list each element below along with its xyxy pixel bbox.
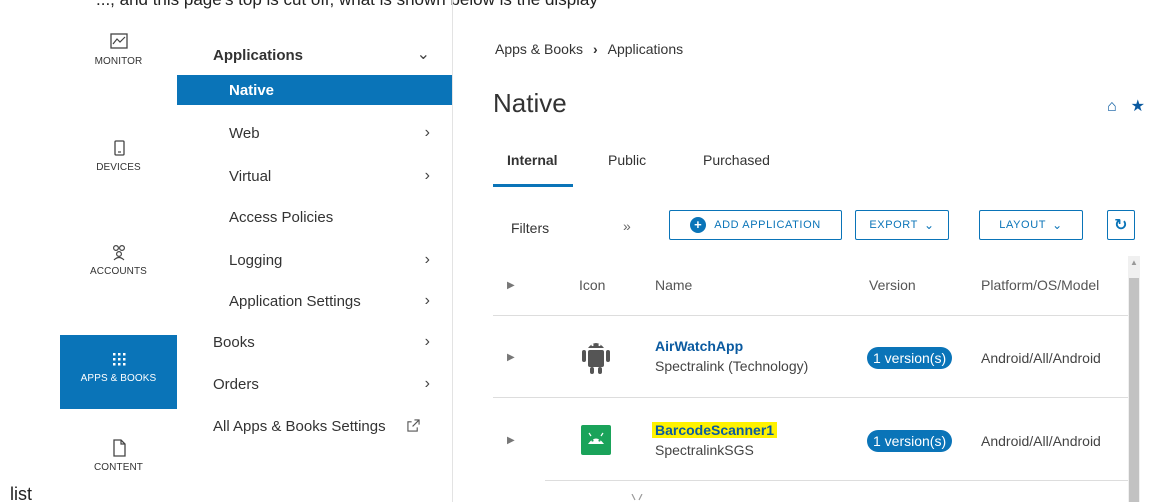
menu-books[interactable]: Books › xyxy=(177,325,452,359)
breadcrumb: Apps & Books › Applications xyxy=(495,41,683,57)
menu-logging[interactable]: Logging › xyxy=(177,243,452,277)
rail-accounts[interactable]: ACCOUNTS xyxy=(60,242,177,302)
rail-devices-label: DEVICES xyxy=(96,162,141,173)
app-name-link[interactable]: BarcodeScanner1 xyxy=(652,422,778,438)
column-name[interactable]: Name xyxy=(655,277,692,293)
expand-row-caret-icon[interactable]: ▶ xyxy=(507,435,515,446)
tab-purchased[interactable]: Purchased xyxy=(703,152,770,168)
breadcrumb-root[interactable]: Apps & Books xyxy=(495,41,583,57)
menu-application-settings-label: Application Settings xyxy=(229,292,361,310)
layout-button[interactable]: LAYOUT ⌄ xyxy=(979,210,1083,240)
rail-apps-books-label: APPS & BOOKS xyxy=(80,373,157,384)
version-badge[interactable]: 1 version(s) xyxy=(867,347,953,369)
menu-books-label: Books xyxy=(213,333,255,351)
grid-scrollbar[interactable]: ▲ xyxy=(1128,256,1140,502)
rail-apps-books[interactable]: APPS & BOOKS xyxy=(60,335,177,409)
grid-header: ▶ Icon Name Version Platform/OS/Model xyxy=(493,256,1129,316)
chevron-right-icon: › xyxy=(424,167,430,184)
device-icon xyxy=(113,140,125,156)
menu-logging-label: Logging xyxy=(229,251,283,269)
menu-access-policies[interactable]: Access Policies xyxy=(177,200,452,234)
plus-circle-icon: + xyxy=(690,217,707,233)
page-title: Native xyxy=(493,88,567,118)
export-button[interactable]: EXPORT ⌄ xyxy=(855,210,949,240)
refresh-button[interactable]: ↻ xyxy=(1107,210,1135,240)
chevron-right-icon: › xyxy=(424,333,430,350)
menu-all-settings-label: All Apps & Books Settings xyxy=(213,417,386,435)
android-app-icon xyxy=(581,425,611,455)
tab-internal[interactable]: Internal xyxy=(507,152,558,168)
accounts-icon xyxy=(112,244,125,261)
menu-orders-label: Orders xyxy=(213,375,259,393)
menu-all-settings[interactable]: All Apps & Books Settings xyxy=(177,409,452,443)
app-name-link[interactable]: AirWatchApp xyxy=(655,338,743,354)
document-icon xyxy=(112,439,126,457)
primary-nav-rail: MONITOR DEVICES ACCOUNTS APPS & BOOKS CO… xyxy=(60,20,177,490)
grid-toolbar: Filters » + ADD APPLICATION EXPORT ⌄ LAY… xyxy=(493,208,1149,242)
breadcrumb-current[interactable]: Applications xyxy=(608,41,684,57)
platform-value: Android/All/Android xyxy=(981,350,1101,366)
menu-access-policies-label: Access Policies xyxy=(229,208,334,226)
menu-virtual[interactable]: Virtual › xyxy=(177,159,452,193)
breadcrumb-separator: › xyxy=(592,41,598,57)
title-actions: ⌂ ★ xyxy=(1093,96,1145,116)
android-robot-icon xyxy=(582,343,610,374)
menu-applications-label: Applications xyxy=(213,46,304,64)
refresh-icon: ↻ xyxy=(1113,217,1128,234)
main-content: Apps & Books › Applications Native ⌂ ★ Inte… xyxy=(453,0,1149,502)
android-app-icon xyxy=(631,494,643,501)
table-row[interactable]: ▶ BarcodeScanner1 SpectralinkSGS 1 versi… xyxy=(507,399,1129,481)
star-icon[interactable]: ★ xyxy=(1131,98,1145,115)
rail-monitor-label: MONITOR xyxy=(94,56,143,67)
table-row[interactable]: ▶ AirWatchApp Spectralink (Technology) 1… xyxy=(493,316,1129,398)
column-platform[interactable]: Platform/OS/Model xyxy=(981,277,1099,293)
chevron-right-icon: › xyxy=(424,292,430,309)
menu-virtual-label: Virtual xyxy=(229,167,272,185)
expand-row-caret-icon[interactable]: ▶ xyxy=(507,352,515,363)
home-icon[interactable]: ⌂ xyxy=(1107,98,1117,115)
layout-label: LAYOUT xyxy=(999,219,1047,231)
bottom-caption: list xyxy=(10,484,32,502)
add-application-button[interactable]: + ADD APPLICATION xyxy=(669,210,842,240)
menu-native-label: Native xyxy=(229,81,275,99)
apps-grid-icon xyxy=(112,353,125,366)
menu-web-label: Web xyxy=(229,124,260,142)
scroll-up-icon[interactable]: ▲ xyxy=(1130,258,1138,267)
add-application-label: ADD APPLICATION xyxy=(714,219,821,231)
tab-public[interactable]: Public xyxy=(608,152,646,168)
active-tab-indicator xyxy=(493,184,573,187)
apps-books-menu: Applications ⌄ Native Web › Virtual › Ac… xyxy=(177,28,452,502)
column-version[interactable]: Version xyxy=(869,277,916,293)
rail-monitor[interactable]: MONITOR xyxy=(60,32,177,92)
column-icon[interactable]: Icon xyxy=(579,277,605,293)
monitor-icon xyxy=(109,33,128,49)
app-organization: SpectralinkSGS xyxy=(655,442,754,458)
menu-application-settings[interactable]: Application Settings › xyxy=(177,284,452,318)
chevron-down-icon: ⌄ xyxy=(923,218,935,232)
scrollbar-thumb[interactable] xyxy=(1129,278,1139,502)
chevron-right-icon: › xyxy=(424,375,430,392)
menu-web[interactable]: Web › xyxy=(177,116,452,150)
menu-native[interactable]: Native xyxy=(177,75,452,105)
rail-content[interactable]: CONTENT xyxy=(60,438,177,490)
chevron-right-icon: › xyxy=(424,251,430,268)
expand-filters-icon[interactable]: » xyxy=(623,218,631,234)
expand-all-caret-icon[interactable]: ▶ xyxy=(507,280,515,291)
menu-applications[interactable]: Applications ⌄ xyxy=(177,38,452,72)
platform-value: Android/All/Android xyxy=(981,433,1101,449)
chevron-down-icon: ⌄ xyxy=(416,46,430,63)
rail-devices[interactable]: DEVICES xyxy=(60,138,177,198)
app-organization: Spectralink (Technology) xyxy=(655,358,809,374)
version-badge[interactable]: 1 version(s) xyxy=(867,430,953,452)
menu-orders[interactable]: Orders › xyxy=(177,367,452,401)
chevron-down-icon: ⌄ xyxy=(1052,218,1063,232)
rail-accounts-label: ACCOUNTS xyxy=(90,266,147,277)
applications-grid: ▶ Icon Name Version Platform/OS/Model ▶ … xyxy=(493,256,1129,502)
export-label: EXPORT xyxy=(869,219,918,231)
filters-button[interactable]: Filters xyxy=(511,220,549,236)
tab-bar: Internal Public Purchased xyxy=(493,148,1149,188)
chevron-right-icon: › xyxy=(424,124,430,141)
external-link-icon xyxy=(407,419,420,432)
rail-content-label: CONTENT xyxy=(93,462,144,473)
